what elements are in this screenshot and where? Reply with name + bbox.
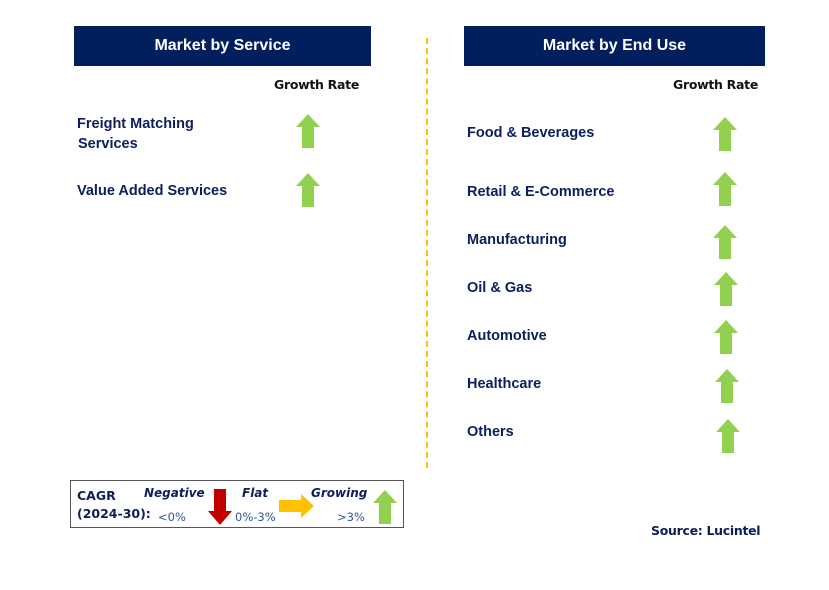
arrow-down-icon: [208, 489, 232, 525]
legend-growing-label: Growing: [311, 486, 368, 500]
end-use-item-label: Oil & Gas: [467, 280, 533, 296]
market-by-end-use-header: Market by End Use: [464, 26, 765, 66]
legend-growing-range: >3%: [337, 510, 365, 524]
service-item-label: Freight Matching Services: [77, 116, 194, 152]
market-by-service-header: Market by Service: [74, 26, 371, 66]
end-use-item-label: Manufacturing: [467, 232, 567, 248]
legend-flat-label: Flat: [242, 486, 269, 500]
panel-divider: [426, 38, 428, 468]
arrow-up-icon: [713, 225, 737, 259]
arrow-up-icon: [716, 419, 740, 453]
source-note: Source: Lucintel: [651, 523, 761, 538]
arrow-up-icon: [296, 173, 320, 207]
end-use-item-label: Healthcare: [467, 376, 542, 392]
arrow-up-icon: [714, 320, 738, 354]
legend-negative-label: Negative: [144, 486, 205, 500]
arrow-up-icon: [714, 272, 738, 306]
service-item-label: Value Added Services: [77, 183, 228, 199]
arrow-up-icon: [373, 490, 397, 524]
growth-rate-header-left: Growth Rate: [274, 77, 359, 92]
cagr-legend: CAGR (2024-30): Negative <0% Flat 0%-3% …: [70, 480, 404, 528]
arrow-up-icon: [296, 114, 320, 148]
legend-flat-range: 0%-3%: [235, 510, 276, 524]
arrow-up-icon: [713, 117, 737, 151]
end-use-item-label: Others: [467, 424, 514, 440]
header-title: Market by End Use: [542, 37, 687, 54]
growth-rate-header-right: Growth Rate: [673, 77, 758, 92]
arrow-right-icon: [279, 494, 314, 518]
end-use-item-label: Retail & E-Commerce: [467, 184, 615, 200]
header-title: Market by Service: [154, 37, 291, 54]
arrow-up-icon: [713, 172, 737, 206]
arrow-up-icon: [715, 369, 739, 403]
legend-negative-range: <0%: [158, 510, 186, 524]
end-use-item-label: Automotive: [467, 328, 547, 344]
cagr-label: CAGR (2024-30):: [77, 488, 151, 521]
end-use-item-label: Food & Beverages: [467, 125, 595, 141]
